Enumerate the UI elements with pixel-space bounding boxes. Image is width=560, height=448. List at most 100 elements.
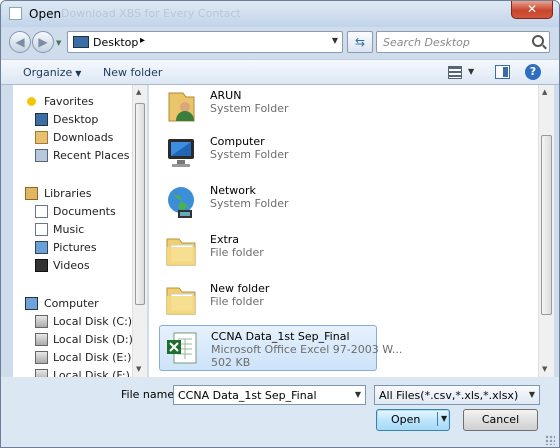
recent-locations-dropdown[interactable]: ▼ bbox=[56, 39, 64, 47]
navigation-scroll-thumb[interactable] bbox=[135, 103, 145, 305]
refresh-icon: ⇆ bbox=[354, 35, 366, 49]
help-icon[interactable]: ? bbox=[525, 64, 541, 80]
sidebar-item-videos[interactable]: Videos bbox=[13, 257, 144, 275]
new-folder-button[interactable]: New folder bbox=[103, 66, 162, 79]
sidebar-item-local-disk-f[interactable]: Local Disk (F:) bbox=[13, 367, 144, 377]
sidebar-item-label: Computer bbox=[44, 297, 99, 310]
file-name: Computer bbox=[210, 135, 265, 148]
file-type: Microsoft Office Excel 97-2003 W... bbox=[211, 343, 403, 356]
disk-icon bbox=[35, 369, 48, 377]
file-list-scroll-thumb[interactable] bbox=[541, 135, 552, 315]
open-button[interactable]: Open bbox=[376, 409, 450, 431]
file-name: ARUN bbox=[210, 89, 242, 102]
dialog-icon bbox=[9, 7, 22, 20]
search-icon[interactable] bbox=[532, 35, 544, 47]
user-folder-icon bbox=[163, 89, 199, 125]
file-list-item[interactable]: Computer System Folder bbox=[159, 131, 377, 177]
sidebar-item-libraries[interactable]: Libraries bbox=[13, 185, 144, 203]
address-dropdown-icon[interactable]: ▼ bbox=[332, 36, 338, 45]
sidebar-item-label: Local Disk (E:) bbox=[53, 351, 132, 364]
sidebar-item-label: Music bbox=[53, 223, 85, 236]
file-name: CCNA Data_1st Sep_Final bbox=[211, 330, 350, 343]
sidebar-item-music[interactable]: Music bbox=[13, 221, 144, 239]
file-name-value[interactable]: CCNA Data_1st Sep_Final bbox=[178, 389, 317, 402]
scroll-up-icon[interactable]: ▲ bbox=[136, 88, 141, 96]
sidebar-item-computer[interactable]: Computer bbox=[13, 295, 144, 313]
search-input[interactable]: Search Desktop bbox=[383, 36, 470, 49]
open-label: Open bbox=[391, 413, 421, 426]
title-bar[interactable]: Open Download XBS for Every Contact ✕ bbox=[1, 1, 559, 27]
sidebar-item-label: Desktop bbox=[53, 113, 99, 126]
scroll-down-icon[interactable]: ▼ bbox=[136, 365, 141, 373]
search-box[interactable]: Search Desktop bbox=[376, 31, 550, 53]
forward-arrow-icon: ▶ bbox=[38, 35, 48, 49]
sidebar-item-pictures[interactable]: Pictures bbox=[13, 239, 144, 257]
file-list-scrollbar[interactable]: ▲ ▼ bbox=[538, 85, 554, 377]
back-arrow-icon: ◀ bbox=[15, 35, 25, 49]
back-button[interactable]: ◀ bbox=[9, 31, 31, 53]
file-type: File folder bbox=[210, 246, 264, 259]
file-list-item[interactable]: Extra File folder bbox=[159, 229, 377, 275]
file-type-filter[interactable]: All Files(*.csv,*.xls,*.xlsx) ▼ bbox=[374, 385, 540, 405]
file-list-item[interactable]: CCNA Data_1st Sep_Final Microsoft Office … bbox=[159, 325, 402, 371]
computer-icon bbox=[163, 135, 199, 171]
sidebar-item-local-disk-c[interactable]: Local Disk (C:) bbox=[13, 313, 144, 331]
sidebar-item-label: Recent Places bbox=[53, 149, 130, 162]
close-button[interactable]: ✕ bbox=[511, 1, 553, 19]
file-list-item[interactable]: New folder File folder bbox=[159, 278, 377, 324]
file-name-field[interactable]: CCNA Data_1st Sep_Final ▼ bbox=[173, 385, 366, 405]
file-list-item[interactable]: ARUN System Folder bbox=[159, 85, 377, 131]
folder-icon bbox=[163, 282, 199, 318]
excel-file-icon bbox=[164, 330, 200, 366]
address-bar[interactable]: Desktop ▸ ▼ bbox=[67, 31, 343, 53]
sidebar-item-local-disk-d[interactable]: Local Disk (D:) bbox=[13, 331, 144, 349]
sidebar-item-downloads[interactable]: Downloads bbox=[13, 129, 144, 147]
resize-grip[interactable] bbox=[545, 435, 555, 445]
preview-pane-icon[interactable] bbox=[495, 65, 510, 79]
computer-icon bbox=[25, 297, 38, 310]
open-dropdown-icon[interactable]: ▼ bbox=[441, 414, 447, 423]
forward-button[interactable]: ▶ bbox=[32, 31, 54, 53]
organize-button[interactable]: Organize ▼ bbox=[23, 66, 81, 79]
sidebar-item-label: Documents bbox=[53, 205, 116, 218]
star-icon bbox=[25, 95, 38, 108]
views-icon[interactable] bbox=[448, 66, 462, 79]
open-split-divider bbox=[437, 412, 438, 426]
videos-icon bbox=[35, 259, 48, 272]
refresh-button[interactable]: ⇆ bbox=[347, 31, 373, 53]
views-dropdown-icon[interactable]: ▼ bbox=[468, 67, 474, 76]
file-name: Extra bbox=[210, 233, 240, 246]
organize-label: Organize bbox=[23, 66, 73, 79]
navigation-pane-scrollbar[interactable]: ▲ ▼ bbox=[132, 85, 147, 377]
file-size: 502 KB bbox=[211, 356, 251, 369]
command-toolbar: Organize ▼ New folder ▼ ? bbox=[1, 59, 559, 85]
sidebar-item-label: Local Disk (F:) bbox=[53, 369, 130, 377]
file-list-item[interactable]: Network System Folder bbox=[159, 180, 377, 226]
scroll-up-icon[interactable]: ▲ bbox=[542, 88, 547, 96]
network-globe-icon bbox=[163, 184, 199, 220]
folder-icon bbox=[163, 233, 199, 269]
sidebar-item-favorites[interactable]: Favorites bbox=[13, 93, 144, 111]
sidebar-item-label: Pictures bbox=[53, 241, 97, 254]
file-type-value[interactable]: All Files(*.csv,*.xls,*.xlsx) bbox=[379, 389, 518, 402]
cancel-button[interactable]: Cancel bbox=[463, 409, 538, 431]
sidebar-item-desktop[interactable]: Desktop bbox=[13, 111, 144, 129]
sidebar-item-local-disk-e[interactable]: Local Disk (E:) bbox=[13, 349, 144, 367]
music-icon bbox=[35, 223, 48, 236]
sidebar-item-label: Libraries bbox=[44, 187, 92, 200]
sidebar-item-recent-places[interactable]: Recent Places bbox=[13, 147, 144, 165]
sidebar-item-label: Local Disk (C:) bbox=[53, 315, 133, 328]
chevron-down-icon: ▼ bbox=[75, 69, 82, 78]
navigation-pane[interactable]: Favorites Desktop Downloads Recent Places Li… bbox=[13, 85, 146, 377]
file-name: New folder bbox=[210, 282, 270, 295]
sidebar-item-documents[interactable]: Documents bbox=[13, 203, 144, 221]
chevron-down-icon[interactable]: ▼ bbox=[529, 390, 535, 399]
address-location[interactable]: Desktop bbox=[93, 36, 138, 49]
recent-places-icon bbox=[35, 149, 48, 162]
file-list[interactable]: ARUN System Folder Computer System Folder Ne… bbox=[149, 85, 538, 377]
disk-icon bbox=[35, 315, 48, 328]
scroll-down-icon[interactable]: ▼ bbox=[542, 365, 547, 373]
sidebar-item-label: Favorites bbox=[44, 95, 94, 108]
chevron-down-icon[interactable]: ▼ bbox=[355, 390, 361, 399]
address-chevron-icon[interactable]: ▸ bbox=[140, 35, 145, 46]
